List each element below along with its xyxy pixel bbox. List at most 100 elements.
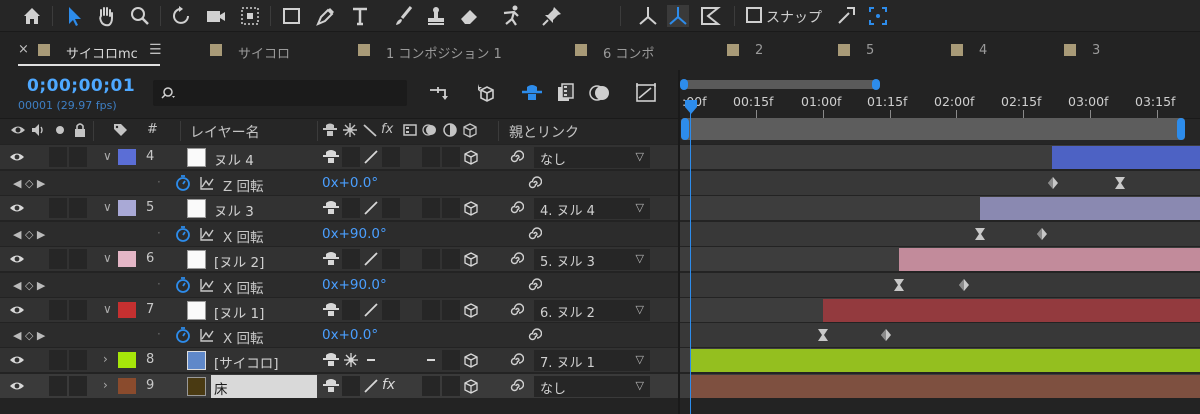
3d-layer-switch-icon[interactable]: [462, 377, 480, 395]
twirl-collapsed-icon[interactable]: ›: [103, 352, 108, 366]
parent-pick-whip-icon[interactable]: [508, 149, 524, 165]
parent-dropdown[interactable]: 6. ヌル 2 ▽: [534, 300, 650, 321]
lock-switch[interactable]: [69, 198, 87, 218]
parent-pick-whip-icon[interactable]: [508, 378, 524, 394]
layer-track[interactable]: [680, 374, 1200, 399]
stopwatch-icon[interactable]: [174, 225, 192, 243]
effect-switch[interactable]: [382, 249, 400, 269]
pin-tool-icon[interactable]: [540, 4, 564, 28]
layer-duration-bar[interactable]: [823, 299, 1200, 322]
clone-stamp-tool-icon[interactable]: [424, 4, 448, 28]
snap-target-icon[interactable]: [866, 4, 890, 28]
twirl-expanded-icon[interactable]: ∨: [103, 251, 112, 265]
view-axis-icon[interactable]: [698, 4, 722, 28]
quality-switch-icon[interactable]: [362, 301, 380, 319]
parent-dropdown[interactable]: 7. ヌル 1 ▽: [534, 350, 650, 371]
layer-track[interactable]: [680, 298, 1200, 323]
layer-track[interactable]: [680, 196, 1200, 221]
label-color-swatch[interactable]: [118, 302, 136, 318]
motion-blur-switch[interactable]: [442, 198, 460, 218]
rectangle-tool-icon[interactable]: [280, 4, 304, 28]
layer-duration-bar[interactable]: [980, 197, 1200, 220]
lock-switch[interactable]: [69, 300, 87, 320]
visibility-eye-icon[interactable]: [9, 253, 25, 265]
navigator-start-handle[interactable]: [680, 79, 688, 90]
layer-name[interactable]: [ヌル 2]: [214, 251, 264, 271]
playhead-line[interactable]: [690, 104, 691, 414]
collapse-switch[interactable]: [342, 249, 360, 269]
collapse-switch[interactable]: [342, 147, 360, 167]
3d-layer-switch-icon[interactable]: [462, 250, 480, 268]
collapse-switch-icon[interactable]: [342, 122, 358, 138]
layer-name-header[interactable]: レイヤー名: [190, 122, 260, 142]
local-axis-icon[interactable]: [636, 4, 660, 28]
layer-track[interactable]: [680, 348, 1200, 373]
3d-layer-switch-icon[interactable]: [462, 301, 480, 319]
keyframe-navigator[interactable]: ◀ ◇ ▶: [13, 279, 45, 292]
lock-switch[interactable]: [69, 350, 87, 370]
playhead-handle[interactable]: [685, 100, 697, 114]
property-value[interactable]: 0x+90.0°: [322, 277, 387, 293]
zoom-tool-icon[interactable]: [128, 4, 152, 28]
brush-tool-icon[interactable]: [392, 4, 416, 28]
graph-editor-icon[interactable]: [633, 81, 659, 105]
solo-switch[interactable]: [49, 249, 67, 269]
effect-switch-header[interactable]: fx: [381, 122, 393, 137]
collapse-switch[interactable]: [342, 376, 360, 396]
layer-duration-bar[interactable]: [899, 248, 1200, 271]
property-value[interactable]: 0x+0.0°: [322, 175, 378, 191]
quality-switch-icon[interactable]: [362, 199, 380, 217]
keyframe-diamond-icon[interactable]: [1048, 177, 1058, 189]
effect-switch[interactable]: [382, 147, 400, 167]
label-tag-icon[interactable]: [112, 122, 128, 138]
twirl-expanded-icon[interactable]: ∨: [103, 149, 112, 163]
snap-checkbox[interactable]: [746, 7, 762, 23]
layer-name[interactable]: [ヌル 1]: [214, 302, 264, 322]
layer-search-input[interactable]: [153, 80, 407, 106]
visibility-eye-icon[interactable]: [9, 354, 25, 366]
puppet-tool-icon[interactable]: [500, 4, 524, 28]
layer-duration-bar[interactable]: [690, 375, 1200, 398]
pen-tool-icon[interactable]: [314, 4, 338, 28]
3d-layer-switch-icon[interactable]: [462, 122, 478, 138]
navigator-end-handle[interactable]: [872, 79, 880, 90]
layer-duration-bar[interactable]: [690, 349, 1200, 372]
collapse-switch-icon[interactable]: [342, 351, 360, 369]
motion-blur-switch[interactable]: [442, 147, 460, 167]
layer-name[interactable]: [サイコロ]: [214, 352, 279, 372]
close-tab-icon[interactable]: ×: [18, 42, 29, 57]
frame-blend-switch[interactable]: [422, 376, 440, 396]
expression-pick-whip-icon[interactable]: [526, 175, 542, 191]
hand-tool-icon[interactable]: [94, 4, 118, 28]
shy-switch-icon[interactable]: [322, 377, 340, 395]
solo-switch[interactable]: [49, 376, 67, 396]
frame-blend-switch-icon[interactable]: [402, 122, 418, 138]
collapse-switch[interactable]: [342, 300, 360, 320]
layer-track[interactable]: [680, 247, 1200, 272]
frame-blend-switch[interactable]: [422, 249, 440, 269]
draft-3d-icon[interactable]: [473, 81, 499, 105]
motion-blur-icon[interactable]: [587, 81, 613, 105]
work-area-bar[interactable]: [681, 118, 1185, 140]
keyframe-hourglass-icon[interactable]: [894, 279, 904, 291]
quality-switch-icon[interactable]: [362, 122, 378, 138]
parent-pick-whip-icon[interactable]: [508, 302, 524, 318]
parent-dropdown[interactable]: 5. ヌル 3 ▽: [534, 249, 650, 270]
keyframe-diamond-icon[interactable]: [881, 329, 891, 341]
snap-label[interactable]: スナップ: [766, 7, 822, 27]
label-color-swatch[interactable]: [118, 149, 136, 165]
frame-blend-switch[interactable]: [422, 198, 440, 218]
keyframe-diamond-icon[interactable]: [1037, 228, 1047, 240]
label-color-swatch[interactable]: [118, 200, 136, 216]
parent-dropdown[interactable]: 4. ヌル 4 ▽: [534, 198, 650, 219]
3d-layer-switch-icon[interactable]: [462, 148, 480, 166]
layer-track[interactable]: [680, 145, 1200, 170]
video-eye-icon[interactable]: [10, 122, 26, 138]
composition-flowchart-icon[interactable]: [427, 81, 453, 105]
parent-pick-whip-icon[interactable]: [508, 200, 524, 216]
work-area-navigator[interactable]: [682, 80, 878, 89]
layer-row[interactable]: ∨ 7 [ヌル 1] 6. ヌル 2 ▽: [0, 298, 678, 323]
shy-switch-icon[interactable]: [322, 250, 340, 268]
effect-switch[interactable]: [382, 300, 400, 320]
work-area-end-handle[interactable]: [1177, 118, 1185, 140]
